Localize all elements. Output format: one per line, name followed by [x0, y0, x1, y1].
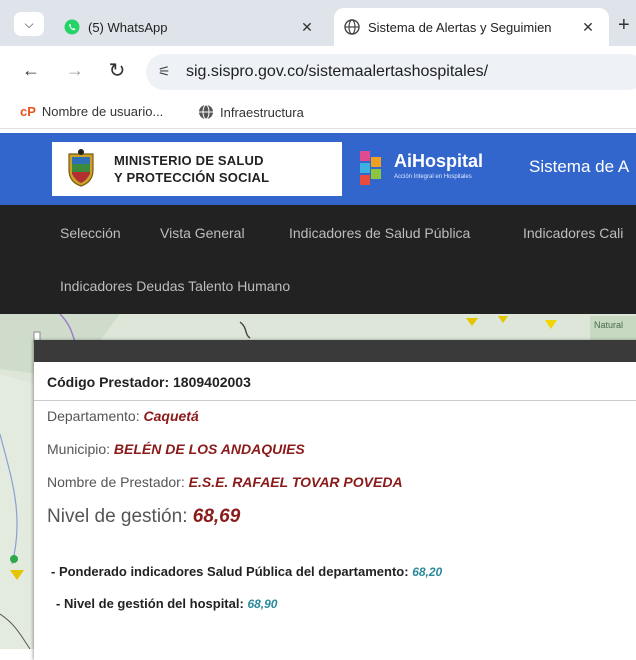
departamento-label: Departamento:	[47, 408, 140, 424]
aihospital-title: AiHospital	[394, 151, 484, 171]
tab-title: Sistema de Alertas y Seguimien	[368, 19, 552, 35]
whatsapp-icon	[64, 19, 80, 35]
municipio-label: Municipio:	[47, 441, 111, 457]
municipio-value: BELÉN DE LOS ANDAQUIES	[113, 441, 305, 457]
browser-toolbar: ← → ↻ ⚟ sig.sispro.gov.co/sistemaalertas…	[0, 46, 636, 98]
popup-divider	[34, 400, 636, 401]
system-title: Sistema de A	[529, 157, 630, 176]
codigo-value: 1809402003	[173, 374, 251, 390]
prestador-label: Nombre de Prestador:	[47, 474, 185, 490]
ponderado-value: 68,20	[412, 565, 443, 579]
municipio-field: Municipio: BELÉN DE LOS ANDAQUIES	[47, 441, 305, 457]
new-tab-plus-icon[interactable]: +	[618, 14, 630, 37]
map-marker-icon	[10, 555, 18, 563]
site-settings-icon[interactable]: ⚟	[158, 63, 171, 80]
back-arrow-icon[interactable]: ←	[20, 60, 42, 81]
prestador-field: Nombre de Prestador: E.S.E. RAFAEL TOVAR…	[47, 474, 403, 490]
codigo-prestador: Código Prestador: 1809402003	[47, 374, 251, 390]
bookmark-infraestructura[interactable]: Infraestructura	[198, 104, 304, 120]
nav-item-salud-publica[interactable]: Indicadores de Salud Pública	[289, 225, 470, 241]
nav-item-deudas-talento-humano[interactable]: Indicadores Deudas Talento Humano	[60, 278, 290, 294]
prestador-value: E.S.E. RAFAEL TOVAR POVEDA	[188, 474, 403, 490]
main-nav: Selección Vista General Indicadores de S…	[0, 205, 636, 314]
aihospital-logo-icon	[360, 151, 381, 185]
bookmark-cp-icon: cP	[20, 104, 36, 119]
nav-item-vista-general[interactable]: Vista General	[160, 225, 245, 241]
popup-title-bar[interactable]	[34, 340, 636, 362]
site-header: MINISTERIO DE SALUD Y PROTECCIÓN SOCIAL …	[0, 133, 636, 205]
tab-title: (5) WhatsApp	[88, 19, 168, 35]
ministry-line-2: Y PROTECCIÓN SOCIAL	[114, 170, 270, 185]
map-label-natural: Natural	[594, 320, 623, 330]
departamento-field: Departamento: Caquetá	[47, 408, 199, 424]
tab-sistema-alertas[interactable]: Sistema de Alertas y Seguimien ✕	[334, 8, 609, 46]
ponderado-label: - Ponderado indicadores Salud Pública de…	[51, 564, 409, 579]
tab-search-chevron-down-icon[interactable]: ⌵	[14, 12, 44, 36]
bookmark-nombre-usuario[interactable]: cP Nombre de usuario...	[20, 104, 163, 119]
ministerio-logo[interactable]: MINISTERIO DE SALUD Y PROTECCIÓN SOCIAL	[52, 142, 342, 196]
globe-icon	[199, 104, 213, 120]
reload-icon[interactable]: ↻	[106, 58, 128, 83]
bookmark-label: Nombre de usuario...	[41, 104, 164, 119]
hospital-label: - Nivel de gestión del hospital:	[56, 596, 244, 611]
address-bar[interactable]: ⚟ sig.sispro.gov.co/sistemaalertashospit…	[146, 54, 636, 90]
globe-icon	[344, 19, 360, 35]
tab-whatsapp[interactable]: (5) WhatsApp ✕	[54, 8, 328, 46]
prestador-popup: Código Prestador: 1809402003 Departament…	[34, 340, 636, 660]
ponderado-salud-publica: - Ponderado indicadores Salud Pública de…	[51, 564, 442, 579]
bookmark-label: Infraestructura	[220, 104, 304, 120]
nivel-gestion: Nivel de gestión: 68,69	[47, 506, 240, 528]
ministry-line-1: MINISTERIO DE SALUD	[114, 153, 264, 168]
bookmarks-bar: cP Nombre de usuario... Infraestructura	[0, 98, 636, 129]
nav-item-seleccion[interactable]: Selección	[60, 225, 121, 241]
nav-item-indicadores-calidad[interactable]: Indicadores Cali	[523, 225, 623, 241]
hospital-value: 68,90	[247, 597, 278, 611]
coat-of-arms-icon	[68, 149, 94, 187]
forward-arrow-icon[interactable]: →	[64, 60, 86, 81]
ministry-name: MINISTERIO DE SALUD Y PROTECCIÓN SOCIAL	[114, 152, 269, 186]
tab-close-icon[interactable]: ✕	[296, 19, 318, 36]
departamento-value: Caquetá	[143, 408, 199, 424]
browser-tab-strip: ⌵ (5) WhatsApp ✕ Sistema de Alertas y Se…	[0, 0, 636, 46]
aihospital-subtitle: Acción Integral en Hospitales	[394, 174, 472, 180]
nivel-label: Nivel de gestión:	[47, 506, 188, 527]
codigo-label: Código Prestador:	[47, 374, 170, 390]
tab-close-icon[interactable]: ✕	[577, 19, 599, 36]
nivel-gestion-hospital: - Nivel de gestión del hospital: 68,90	[56, 596, 277, 611]
url-text[interactable]: sig.sispro.gov.co/sistemaalertashospital…	[186, 63, 488, 81]
nivel-value: 68,69	[192, 506, 241, 527]
